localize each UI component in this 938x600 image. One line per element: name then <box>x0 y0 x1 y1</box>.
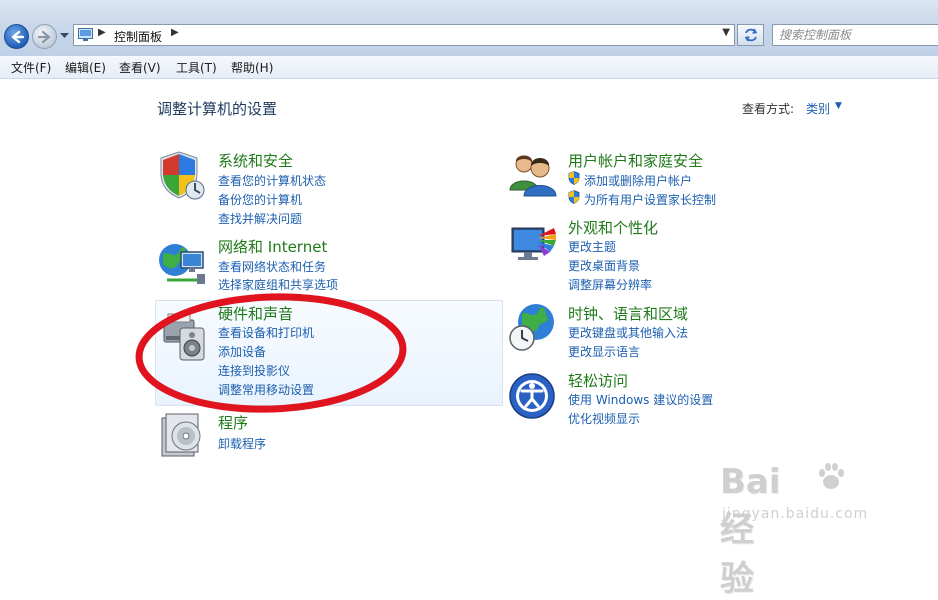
menu-edit[interactable]: 编辑(E) <box>65 59 106 76</box>
breadcrumb-control-panel[interactable]: 控制面板 <box>114 28 162 45</box>
link-devices-printers[interactable]: 查看设备和打印机 <box>218 324 314 341</box>
category-appearance-personalization[interactable]: 外观和个性化 <box>568 217 658 238</box>
arrow-left-icon <box>11 30 25 44</box>
link-change-keyboard-input[interactable]: 更改键盘或其他输入法 <box>568 324 688 341</box>
link-desktop-background[interactable]: 更改桌面背景 <box>568 257 640 274</box>
view-by-chevron-down-icon[interactable]: ▼ <box>835 101 842 111</box>
watermark-url: jingyan.baidu.com <box>722 506 869 522</box>
globe-clock-icon <box>509 304 554 351</box>
network-icon <box>159 244 205 284</box>
refresh-button[interactable] <box>737 24 764 46</box>
category-hardware-sound[interactable]: 硬件和声音 <box>218 303 293 324</box>
category-network-internet[interactable]: 网络和 Internet <box>218 236 327 257</box>
link-troubleshoot[interactable]: 查找并解决问题 <box>218 210 302 227</box>
menu-file[interactable]: 文件(F) <box>11 59 51 76</box>
printer-speaker-icon <box>163 313 205 361</box>
programs-icon <box>161 413 201 457</box>
link-change-theme[interactable]: 更改主题 <box>568 238 616 255</box>
page-title: 调整计算机的设置 <box>157 100 278 118</box>
users-icon <box>509 155 557 197</box>
address-field[interactable]: ▶ 控制面板 ▶ ▼ <box>73 24 735 46</box>
link-parental-controls[interactable]: 为所有用户设置家长控制 <box>584 191 716 208</box>
view-by-label: 查看方式: <box>742 102 795 116</box>
category-system-security[interactable]: 系统和安全 <box>218 150 293 171</box>
link-screen-resolution[interactable]: 调整屏幕分辨率 <box>568 276 652 293</box>
breadcrumb-separator-icon[interactable]: ▶ <box>171 27 179 38</box>
back-button[interactable] <box>4 24 29 49</box>
search-input[interactable] <box>773 25 935 45</box>
menu-view[interactable]: 查看(V) <box>119 59 161 76</box>
link-backup-computer[interactable]: 备份您的计算机 <box>218 191 302 208</box>
address-toolbar: ▶ 控制面板 ▶ ▼ <box>0 0 938 57</box>
arrow-right-icon <box>37 30 51 44</box>
breadcrumb-separator-icon[interactable]: ▶ <box>98 27 106 38</box>
view-by-dropdown[interactable]: 类别 <box>806 100 830 117</box>
watermark-logo-text: Bai 经验 <box>720 462 781 599</box>
paw-logo-icon <box>819 463 844 489</box>
category-ease-of-access[interactable]: 轻松访问 <box>568 370 628 391</box>
link-change-display-language[interactable]: 更改显示语言 <box>568 343 640 360</box>
accessibility-icon <box>509 373 555 419</box>
recent-pages-dropdown-icon[interactable] <box>60 33 69 39</box>
uac-shield-icon <box>568 171 580 185</box>
link-uninstall-program[interactable]: 卸载程序 <box>218 435 266 452</box>
link-network-status[interactable]: 查看网络状态和任务 <box>218 258 326 275</box>
uac-shield-icon <box>568 190 580 204</box>
link-optimize-video[interactable]: 优化视频显示 <box>568 410 640 427</box>
link-add-remove-accounts[interactable]: 添加或删除用户帐户 <box>584 172 692 189</box>
menu-tools[interactable]: 工具(T) <box>176 59 217 76</box>
monitor-palette-icon <box>511 227 556 260</box>
forward-button[interactable] <box>32 24 57 49</box>
menu-help[interactable]: 帮助(H) <box>231 59 273 76</box>
link-recommended-settings[interactable]: 使用 Windows 建议的设置 <box>568 391 713 408</box>
category-user-accounts[interactable]: 用户帐户和家庭安全 <box>568 150 703 171</box>
menu-bar: 文件(F) 编辑(E) 查看(V) 工具(T) 帮助(H) <box>0 56 938 79</box>
category-programs[interactable]: 程序 <box>218 412 248 433</box>
link-mobility-settings[interactable]: 调整常用移动设置 <box>218 381 314 398</box>
link-add-device[interactable]: 添加设备 <box>218 343 266 360</box>
category-clock-language-region[interactable]: 时钟、语言和区域 <box>568 303 688 324</box>
search-box[interactable] <box>772 24 938 46</box>
refresh-icon <box>744 28 758 42</box>
address-history-dropdown-icon[interactable]: ▼ <box>722 27 730 38</box>
shield-icon <box>160 151 205 200</box>
control-panel-icon <box>78 28 93 41</box>
link-connect-projector[interactable]: 连接到投影仪 <box>218 362 290 379</box>
link-view-computer-status[interactable]: 查看您的计算机状态 <box>218 172 326 189</box>
link-homegroup-sharing[interactable]: 选择家庭组和共享选项 <box>218 276 338 293</box>
